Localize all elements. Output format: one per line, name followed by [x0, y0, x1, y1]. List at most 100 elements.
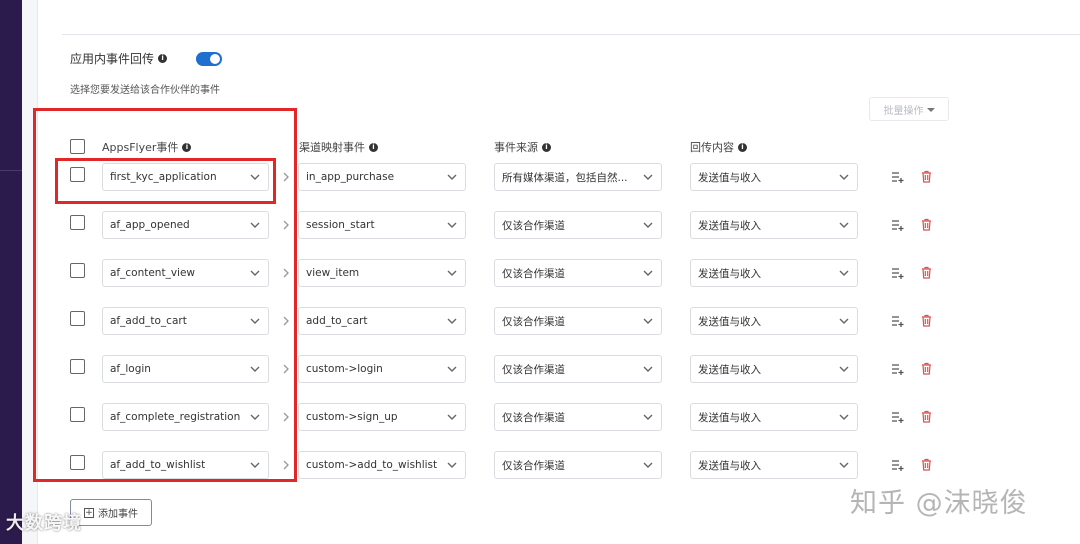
channel-event-select[interactable]: view_item	[298, 259, 466, 287]
select-value: 发送值与收入	[698, 267, 761, 280]
playlist-add-icon[interactable]	[891, 171, 905, 183]
channel-event-select[interactable]: session_start	[298, 211, 466, 239]
chevron-down-icon	[839, 414, 849, 420]
trash-icon[interactable]	[921, 362, 932, 375]
chevron-down-icon	[839, 462, 849, 468]
event-source-select[interactable]: 仅该合作渠道	[494, 355, 662, 383]
select-value: custom->login	[306, 363, 383, 375]
watermark-left: 大数跨境	[6, 513, 82, 534]
select-value: 仅该合作渠道	[502, 267, 565, 280]
section-divider	[62, 34, 1080, 35]
chevron-down-icon	[643, 414, 653, 420]
chevron-down-icon	[839, 318, 849, 324]
channel-event-select[interactable]: custom->add_to_wishlist	[298, 451, 466, 479]
batch-action-button[interactable]: 批量操作	[869, 97, 949, 121]
postback-content-select[interactable]: 发送值与收入	[690, 307, 858, 335]
info-icon[interactable]: i	[738, 142, 747, 152]
trash-icon[interactable]	[921, 266, 932, 279]
playlist-add-icon[interactable]	[891, 363, 905, 375]
playlist-add-icon[interactable]	[891, 315, 905, 327]
column-header-label: 回传内容	[690, 141, 734, 154]
chevron-down-icon	[839, 222, 849, 228]
event-source-select[interactable]: 仅该合作渠道	[494, 451, 662, 479]
column-header-label: 渠道映射事件	[299, 141, 365, 154]
chevron-down-icon	[643, 222, 653, 228]
postback-content-select[interactable]: 发送值与收入	[690, 163, 858, 191]
trash-icon[interactable]	[921, 410, 932, 423]
select-value: 发送值与收入	[698, 363, 761, 376]
chevron-down-icon	[839, 366, 849, 372]
playlist-add-icon[interactable]	[891, 411, 905, 423]
select-value: 所有媒体渠道，包括自然...	[502, 171, 628, 184]
trash-icon[interactable]	[921, 314, 932, 327]
batch-action-label: 批量操作	[883, 105, 924, 117]
info-icon[interactable]: i	[542, 142, 551, 152]
sidebar-divider	[0, 170, 22, 171]
chevron-down-icon	[643, 318, 653, 324]
select-value: 发送值与收入	[698, 315, 761, 328]
select-value: 发送值与收入	[698, 171, 761, 184]
chevron-down-icon	[839, 270, 849, 276]
event-source-select[interactable]: 仅该合作渠道	[494, 403, 662, 431]
playlist-add-icon[interactable]	[891, 219, 905, 231]
trash-icon[interactable]	[921, 170, 932, 183]
chevron-down-icon	[643, 174, 653, 180]
select-value: view_item	[306, 267, 360, 279]
chevron-down-icon	[447, 222, 457, 228]
watermark-right: 知乎 @沫晓俊	[850, 488, 1028, 519]
trash-icon[interactable]	[921, 458, 932, 471]
plus-icon: +	[84, 507, 94, 518]
channel-event-select[interactable]: custom->sign_up	[298, 403, 466, 431]
postback-content-select[interactable]: 发送值与收入	[690, 259, 858, 287]
select-value: 发送值与收入	[698, 459, 761, 472]
channel-event-select[interactable]: add_to_cart	[298, 307, 466, 335]
info-icon[interactable]: i	[158, 54, 168, 63]
trash-icon[interactable]	[921, 218, 932, 231]
chevron-down-icon	[447, 318, 457, 324]
section-title: 应用内事件回传 i	[70, 50, 168, 67]
select-value: 仅该合作渠道	[502, 315, 565, 328]
section-title-text: 应用内事件回传	[70, 52, 155, 66]
in-app-events-postback-toggle[interactable]	[196, 52, 222, 66]
chevron-down-icon	[447, 414, 457, 420]
select-value: custom->sign_up	[306, 411, 398, 423]
chevron-down-icon	[643, 462, 653, 468]
channel-event-select[interactable]: in_app_purchase	[298, 163, 466, 191]
info-icon[interactable]: i	[369, 142, 378, 152]
channel-event-select[interactable]: custom->login	[298, 355, 466, 383]
select-value: 仅该合作渠道	[502, 219, 565, 232]
chevron-down-icon	[447, 270, 457, 276]
chevron-down-icon	[447, 174, 457, 180]
playlist-add-icon[interactable]	[891, 267, 905, 279]
postback-content-select[interactable]: 发送值与收入	[690, 355, 858, 383]
column-header-event-source: 事件来源 i	[494, 139, 551, 155]
select-value: 仅该合作渠道	[502, 459, 565, 472]
toggle-knob	[210, 54, 220, 64]
select-value: 仅该合作渠道	[502, 411, 565, 424]
chevron-down-icon	[643, 270, 653, 276]
postback-content-select[interactable]: 发送值与收入	[690, 451, 858, 479]
add-event-button[interactable]: + 添加事件	[70, 499, 152, 526]
postback-content-select[interactable]: 发送值与收入	[690, 403, 858, 431]
select-value: 发送值与收入	[698, 411, 761, 424]
select-value: custom->add_to_wishlist	[306, 459, 438, 471]
chevron-down-icon	[643, 366, 653, 372]
select-value: 仅该合作渠道	[502, 363, 565, 376]
column-header-label: 事件来源	[494, 141, 538, 154]
select-value: add_to_cart	[306, 315, 368, 327]
highlight-box-first-row	[55, 158, 276, 204]
chevron-down-icon	[839, 174, 849, 180]
playlist-add-icon[interactable]	[891, 459, 905, 471]
select-value: session_start	[306, 219, 375, 231]
caret-down-icon	[926, 108, 935, 112]
event-source-select[interactable]: 所有媒体渠道，包括自然...	[494, 163, 662, 191]
event-source-select[interactable]: 仅该合作渠道	[494, 211, 662, 239]
select-value: in_app_purchase	[306, 171, 395, 183]
chevron-down-icon	[447, 366, 457, 372]
column-header-postback-content: 回传内容 i	[690, 139, 747, 155]
event-source-select[interactable]: 仅该合作渠道	[494, 259, 662, 287]
postback-content-select[interactable]: 发送值与收入	[690, 211, 858, 239]
column-header-channel-event: 渠道映射事件 i	[299, 139, 378, 155]
add-event-label: 添加事件	[98, 509, 138, 520]
event-source-select[interactable]: 仅该合作渠道	[494, 307, 662, 335]
